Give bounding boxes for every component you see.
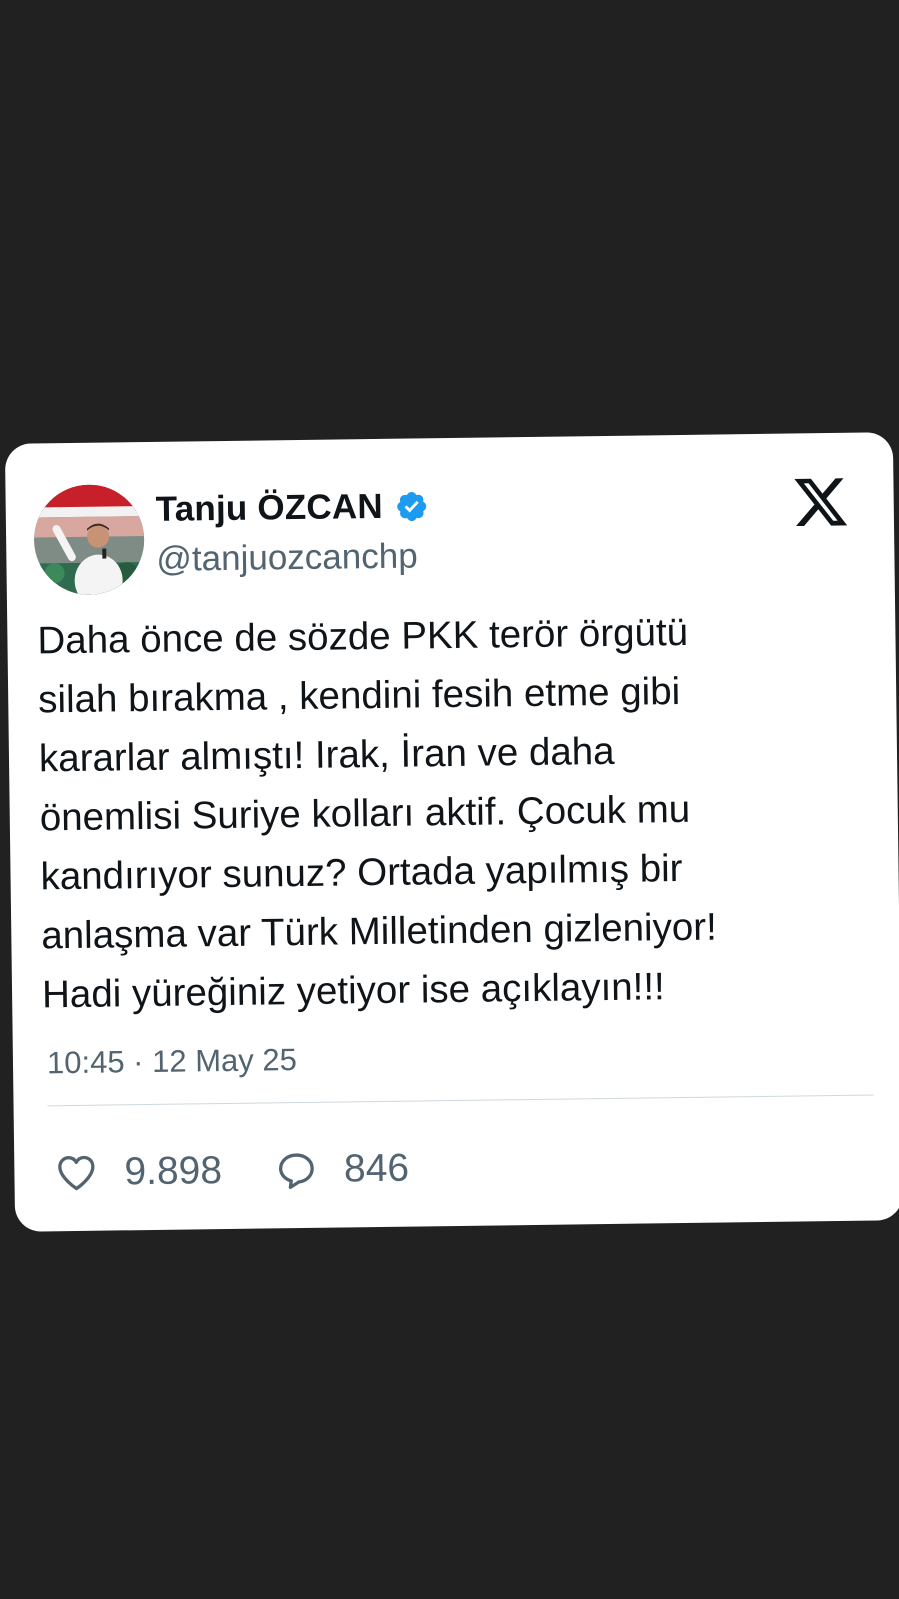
tweet-card: Tanju ÖZCAN @tanjuozcanchp Daha önce de … — [4, 432, 899, 1232]
author-name[interactable]: Tanju ÖZCAN — [155, 487, 383, 530]
verified-badge-icon — [395, 489, 429, 523]
reply-count: 846 — [343, 1146, 410, 1191]
x-logo-icon[interactable] — [791, 473, 850, 532]
tweet-timestamp[interactable]: 10:45 · 12 May 25 — [47, 1042, 297, 1081]
author-row: Tanju ÖZCAN — [155, 486, 429, 530]
reply-icon — [278, 1153, 314, 1190]
avatar[interactable] — [33, 484, 145, 596]
heart-icon — [58, 1155, 95, 1191]
avatar-image — [33, 484, 145, 596]
divider — [47, 1094, 874, 1107]
author-handle[interactable]: @tanjuozcanchp — [156, 536, 418, 579]
like-count: 9.898 — [124, 1149, 223, 1194]
tweet-actions: 9.898 846 — [54, 1146, 461, 1195]
tweet-text: Daha önce de sözde PKK terör örgütü sila… — [37, 610, 718, 1017]
like-button[interactable]: 9.898 — [54, 1149, 222, 1195]
reply-button[interactable]: 846 — [274, 1147, 410, 1193]
